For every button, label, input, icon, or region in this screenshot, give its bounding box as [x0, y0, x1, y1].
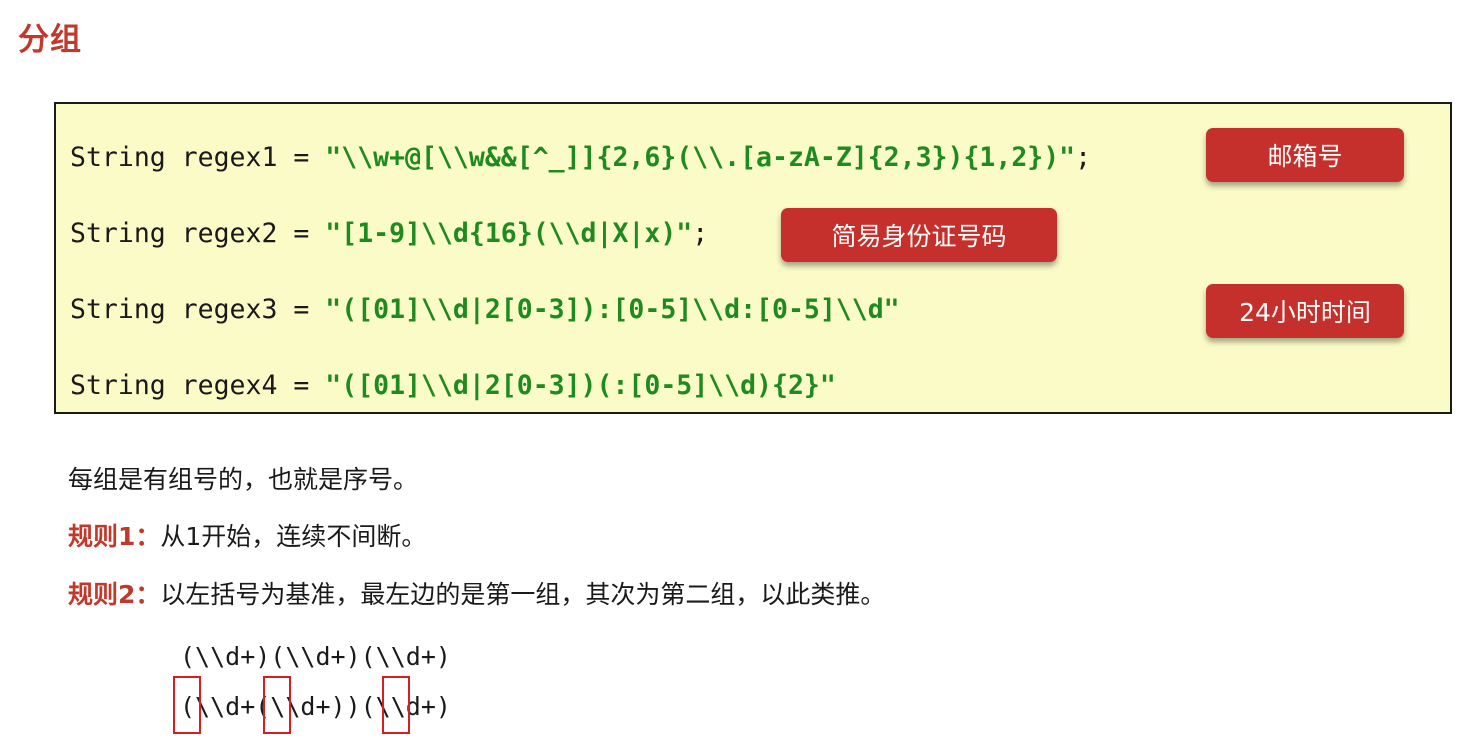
example-sequential-groups: (\\d+)(\\d+)(\\d+) [180, 642, 451, 671]
code-declaration: String regex1 = [70, 142, 326, 173]
regex-literal: "([01]\\d|2[0-3]):[0-5]\\d:[0-5]\\d" [325, 294, 900, 325]
code-line-regex2: String regex2 = "[1-9]\\d{16}(\\d|X|x)"; [70, 218, 708, 249]
code-semicolon: ; [692, 218, 709, 249]
code-line-regex1: String regex1 = "\\w+@[\\w&&[^_]]{2,6}(\… [70, 142, 1091, 173]
rule-2: 规则2：以左括号为基准，最左边的是第一组，其次为第二组，以此类推。 [68, 575, 885, 611]
code-declaration: String regex4 = [70, 370, 326, 401]
rule-2-label: 规则2： [68, 580, 161, 609]
code-declaration: String regex2 = [70, 218, 326, 249]
rule-1: 规则1：从1开始，连续不间断。 [68, 517, 426, 553]
code-declaration: String regex3 = [70, 294, 326, 325]
highlight-box-group-1 [173, 676, 201, 734]
rule-1-text: 从1开始，连续不间断。 [160, 522, 427, 551]
example-nested-groups: (\\d+(\\d+))(\\d+) [180, 692, 451, 721]
code-semicolon: ; [1075, 142, 1092, 173]
highlight-box-group-2 [263, 676, 291, 734]
badge-24h-time: 24小时时间 [1206, 284, 1404, 338]
badge-id-card: 简易身份证号码 [781, 208, 1057, 262]
code-line-regex3: String regex3 = "([01]\\d|2[0-3]):[0-5]\… [70, 294, 900, 325]
regex-literal: "[1-9]\\d{16}(\\d|X|x)" [325, 218, 693, 249]
page-title: 分组 [18, 22, 82, 58]
regex-literal: "\\w+@[\\w&&[^_]]{2,6}(\\.[a-zA-Z]{2,3})… [325, 142, 1076, 173]
code-line-regex4: String regex4 = "([01]\\d|2[0-3])(:[0-5]… [70, 370, 836, 401]
rule-2-text: 以左括号为基准，最左边的是第一组，其次为第二组，以此类推。 [160, 580, 886, 609]
rule-1-label: 规则1： [68, 522, 161, 551]
badge-email: 邮箱号 [1206, 128, 1404, 182]
intro-text: 每组是有组号的，也就是序号。 [68, 465, 419, 494]
highlight-box-group-3 [382, 676, 410, 734]
regex-literal: "([01]\\d|2[0-3])(:[0-5]\\d){2}" [325, 370, 836, 401]
code-block: String regex1 = "\\w+@[\\w&&[^_]]{2,6}(\… [54, 102, 1452, 414]
